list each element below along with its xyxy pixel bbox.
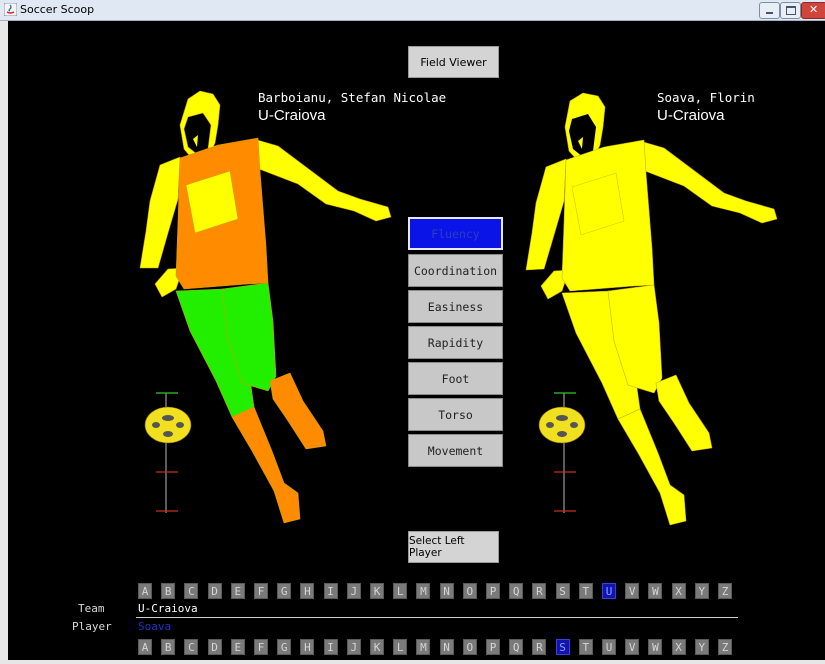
team-letter-x[interactable]: X <box>671 583 686 599</box>
maximize-button[interactable] <box>780 2 801 19</box>
attribute-movement-button[interactable]: Movement <box>408 434 503 467</box>
team-letter-f[interactable]: F <box>254 583 268 599</box>
player-letter-m[interactable]: M <box>416 639 431 655</box>
player-letter-v[interactable]: V <box>625 639 640 655</box>
right-player-name: Soava, Florin <box>657 90 755 105</box>
left-player-name: Barboianu, Stefan Nicolae <box>258 90 447 105</box>
player-letter-z[interactable]: Z <box>718 639 732 655</box>
team-letter-c[interactable]: C <box>184 583 199 599</box>
attribute-easiness-button[interactable]: Easiness <box>408 290 503 323</box>
player-letter-u[interactable]: U <box>602 639 616 655</box>
player-letter-o[interactable]: O <box>462 639 477 655</box>
team-letter-k[interactable]: K <box>370 583 384 599</box>
player-letter-d[interactable]: D <box>207 639 222 655</box>
minimize-button[interactable] <box>759 2 780 19</box>
team-letter-g[interactable]: G <box>277 583 292 599</box>
team-letter-e[interactable]: E <box>230 583 245 599</box>
team-letter-u[interactable]: U <box>602 583 616 599</box>
team-letter-w[interactable]: W <box>648 583 663 599</box>
player-letter-g[interactable]: G <box>277 639 292 655</box>
player-label: Player <box>72 620 112 633</box>
title-bar: Soccer Scoop <box>0 0 825 21</box>
main-canvas: Field Viewer Barboianu, Stefan Nicolae U… <box>8 21 825 660</box>
attribute-rapidity-button[interactable]: Rapidity <box>408 326 503 359</box>
player-letter-t[interactable]: T <box>578 639 593 655</box>
left-soccer-ball-icon <box>144 406 192 444</box>
team-letter-s[interactable]: S <box>555 583 570 599</box>
team-letter-h[interactable]: H <box>300 583 315 599</box>
player-letter-x[interactable]: X <box>671 639 686 655</box>
right-figure-torso <box>561 139 655 292</box>
left-figure-torso <box>175 137 269 290</box>
player-letter-s[interactable]: S <box>555 639 570 655</box>
team-letter-r[interactable]: R <box>532 583 547 599</box>
window-left-border <box>0 21 8 664</box>
team-letter-t[interactable]: T <box>578 583 593 599</box>
field-viewer-button[interactable]: Field Viewer <box>408 46 499 78</box>
player-letter-e[interactable]: E <box>230 639 245 655</box>
attribute-torso-button[interactable]: Torso <box>408 398 503 431</box>
attribute-foot-button[interactable]: Foot <box>408 362 503 395</box>
team-letter-j[interactable]: J <box>346 583 361 599</box>
application-window: Soccer Scoop ✕ Field Viewer Barboianu, S… <box>0 0 825 664</box>
attribute-coordination-button[interactable]: Coordination <box>408 254 503 287</box>
player-letter-i[interactable]: I <box>323 639 338 655</box>
team-letter-n[interactable]: N <box>439 583 454 599</box>
player-letter-a[interactable]: A <box>138 639 152 655</box>
team-letter-y[interactable]: Y <box>694 583 709 599</box>
left-player-team: U-Craiova <box>258 107 326 124</box>
team-letter-z[interactable]: Z <box>718 583 732 599</box>
player-letter-b[interactable]: B <box>161 639 176 655</box>
team-letter-p[interactable]: P <box>486 583 500 599</box>
player-letter-l[interactable]: L <box>393 639 408 655</box>
java-app-icon <box>4 3 17 16</box>
window-title: Soccer Scoop <box>20 3 95 16</box>
team-label: Team <box>78 602 105 615</box>
player-letter-y[interactable]: Y <box>694 639 709 655</box>
player-letter-p[interactable]: P <box>486 639 500 655</box>
close-button[interactable] <box>801 2 825 19</box>
team-value: U-Craiova <box>138 602 198 615</box>
right-figure-legs <box>561 284 713 526</box>
team-letter-l[interactable]: L <box>393 583 408 599</box>
player-letter-q[interactable]: Q <box>509 639 524 655</box>
player-letter-w[interactable]: W <box>648 639 663 655</box>
player-letter-k[interactable]: K <box>370 639 384 655</box>
player-letter-j[interactable]: J <box>346 639 361 655</box>
team-letter-m[interactable]: M <box>416 583 431 599</box>
player-letter-f[interactable]: F <box>254 639 268 655</box>
player-letter-c[interactable]: C <box>184 639 199 655</box>
team-divider <box>136 617 738 618</box>
right-soccer-ball-icon <box>538 406 586 444</box>
window-bottom-border <box>0 660 825 664</box>
player-letter-h[interactable]: H <box>300 639 315 655</box>
right-player-team: U-Craiova <box>657 107 725 124</box>
team-letter-v[interactable]: V <box>625 583 640 599</box>
left-player-figure[interactable] <box>139 90 392 524</box>
team-letter-b[interactable]: B <box>161 583 176 599</box>
left-figure-thighs <box>175 282 277 418</box>
team-letter-a[interactable]: A <box>138 583 152 599</box>
attribute-list: Fluency Coordination Easiness Rapidity F… <box>408 217 503 472</box>
team-letter-o[interactable]: O <box>462 583 477 599</box>
select-left-player-button[interactable]: Select Left Player <box>408 531 499 563</box>
team-letter-i[interactable]: I <box>323 583 338 599</box>
team-letter-d[interactable]: D <box>207 583 222 599</box>
team-letter-q[interactable]: Q <box>509 583 524 599</box>
attribute-fluency-button[interactable]: Fluency <box>408 217 503 250</box>
player-letter-n[interactable]: N <box>439 639 454 655</box>
player-value: Soava <box>138 620 172 633</box>
player-letter-r[interactable]: R <box>532 639 547 655</box>
